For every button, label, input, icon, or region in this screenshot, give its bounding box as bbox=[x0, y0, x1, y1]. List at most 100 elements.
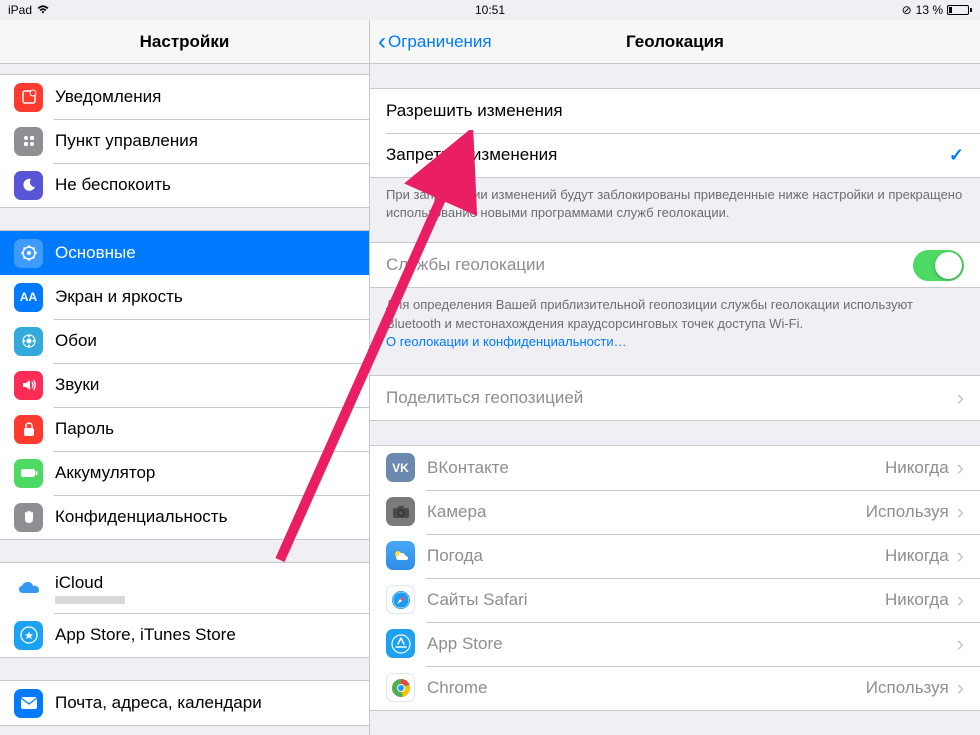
sidebar-group: Уведомления Пункт управления Не беспокои… bbox=[0, 74, 369, 208]
battery-icon bbox=[14, 459, 43, 488]
sidebar-group: Основные AA Экран и яркость Обои bbox=[0, 230, 369, 540]
row-label: Службы геолокации bbox=[386, 255, 913, 275]
icloud-icon bbox=[14, 574, 43, 603]
chevron-right-icon: › bbox=[957, 543, 964, 569]
chevron-left-icon: ‹ bbox=[378, 30, 386, 54]
sidebar-item-label: Почта, адреса, календари bbox=[55, 693, 262, 713]
detail-title: Геолокация bbox=[626, 32, 724, 52]
chevron-right-icon: › bbox=[957, 385, 964, 411]
wallpaper-icon bbox=[14, 327, 43, 356]
sidebar-group: Почта, адреса, календари bbox=[0, 680, 369, 726]
sidebar-item-general[interactable]: Основные bbox=[0, 231, 369, 275]
app-name: App Store bbox=[427, 634, 949, 654]
chevron-right-icon: › bbox=[957, 675, 964, 701]
sidebar-item-icloud[interactable]: iCloud bbox=[0, 563, 369, 613]
allow-changes-row[interactable]: Разрешить изменения bbox=[370, 89, 980, 133]
app-status: Используя bbox=[866, 502, 949, 522]
app-status: Никогда bbox=[885, 458, 949, 478]
weather-icon bbox=[386, 541, 415, 570]
status-time: 10:51 bbox=[475, 3, 505, 17]
sidebar-item-label: Звуки bbox=[55, 375, 99, 395]
display-icon: AA bbox=[14, 283, 43, 312]
sidebar-item-label: Аккумулятор bbox=[55, 463, 155, 483]
row-label: Поделиться геопозицией bbox=[386, 388, 957, 408]
battery-text: 13 % bbox=[916, 3, 943, 17]
app-row-weather[interactable]: Погода Никогда › bbox=[370, 534, 980, 578]
sidebar-item-privacy[interactable]: Конфиденциальность bbox=[0, 495, 369, 539]
sidebar-item-label: App Store, iTunes Store bbox=[55, 625, 236, 645]
app-name: Погода bbox=[427, 546, 885, 566]
footer-text: Для определения Вашей приблизительной ге… bbox=[370, 288, 980, 351]
sidebar-item-wallpaper[interactable]: Обои bbox=[0, 319, 369, 363]
sidebar-item-notifications[interactable]: Уведомления bbox=[0, 75, 369, 119]
sidebar-item-passcode[interactable]: Пароль bbox=[0, 407, 369, 451]
sidebar-item-mail[interactable]: Почта, адреса, календари bbox=[0, 681, 369, 725]
sidebar-item-label: iCloud bbox=[55, 573, 125, 593]
icloud-subtitle-redacted bbox=[55, 596, 125, 604]
notifications-icon bbox=[14, 83, 43, 112]
app-name: Камера bbox=[427, 502, 866, 522]
status-bar: iPad 10:51 ⊘ 13 % bbox=[0, 0, 980, 20]
sidebar-item-label: Экран и яркость bbox=[55, 287, 183, 307]
detail-pane: ‹ Ограничения Геолокация Разрешить измен… bbox=[370, 20, 980, 735]
app-row-chrome[interactable]: Chrome Используя › bbox=[370, 666, 980, 710]
app-row-camera[interactable]: Камера Используя › bbox=[370, 490, 980, 534]
privacy-link[interactable]: О геолокации и конфиденциальности… bbox=[386, 334, 627, 349]
apps-group: VK ВКонтакте Никогда › Камера Используя … bbox=[370, 445, 980, 711]
sidebar-item-label: Пункт управления bbox=[55, 131, 198, 151]
device-name: iPad bbox=[8, 3, 32, 17]
sidebar-item-label: Обои bbox=[55, 331, 97, 351]
detail-header: ‹ Ограничения Геолокация bbox=[370, 20, 980, 64]
sidebar-item-dnd[interactable]: Не беспокоить bbox=[0, 163, 369, 207]
disallow-changes-row[interactable]: Запретить изменения ✓ bbox=[370, 133, 980, 177]
app-name: ВКонтакте bbox=[427, 458, 885, 478]
footer-text: При запрещении изменений будут заблокиро… bbox=[370, 178, 980, 222]
mail-icon bbox=[14, 689, 43, 718]
wifi-icon bbox=[36, 3, 50, 17]
sidebar-item-label: Основные bbox=[55, 243, 136, 263]
changes-group: Разрешить изменения Запретить изменения … bbox=[370, 88, 980, 178]
dnd-icon bbox=[14, 171, 43, 200]
hand-icon bbox=[14, 503, 43, 532]
back-label: Ограничения bbox=[388, 32, 492, 52]
sidebar-item-appstore[interactable]: App Store, iTunes Store bbox=[0, 613, 369, 657]
location-services-row[interactable]: Службы геолокации bbox=[370, 243, 980, 287]
app-name: Chrome bbox=[427, 678, 866, 698]
sidebar-item-display[interactable]: AA Экран и яркость bbox=[0, 275, 369, 319]
location-services-group: Службы геолокации bbox=[370, 242, 980, 288]
sidebar-item-label: Конфиденциальность bbox=[55, 507, 227, 527]
sidebar-item-label: Уведомления bbox=[55, 87, 161, 107]
lock-icon bbox=[14, 415, 43, 444]
app-row-appstore[interactable]: App Store › bbox=[370, 622, 980, 666]
toggle-switch[interactable] bbox=[913, 250, 964, 281]
sidebar-group: iCloud App Store, iTunes Store bbox=[0, 562, 369, 658]
app-status: Никогда bbox=[885, 546, 949, 566]
app-row-safari[interactable]: Сайты Safari Никогда › bbox=[370, 578, 980, 622]
settings-sidebar: Настройки Уведомления Пункт управления bbox=[0, 20, 370, 735]
gear-icon bbox=[14, 239, 43, 268]
chevron-right-icon: › bbox=[957, 587, 964, 613]
sounds-icon bbox=[14, 371, 43, 400]
control-center-icon bbox=[14, 127, 43, 156]
sidebar-item-label: Пароль bbox=[55, 419, 114, 439]
back-button[interactable]: ‹ Ограничения bbox=[378, 30, 492, 54]
sidebar-title: Настройки bbox=[140, 32, 230, 52]
checkmark-icon: ✓ bbox=[949, 145, 964, 166]
app-name: Сайты Safari bbox=[427, 590, 885, 610]
chevron-right-icon: › bbox=[957, 499, 964, 525]
chevron-right-icon: › bbox=[957, 455, 964, 481]
battery-icon bbox=[947, 5, 972, 15]
share-location-row[interactable]: Поделиться геопозицией › bbox=[370, 376, 980, 420]
orientation-lock-icon: ⊘ bbox=[902, 3, 912, 17]
sidebar-item-battery[interactable]: Аккумулятор bbox=[0, 451, 369, 495]
safari-icon bbox=[386, 585, 415, 614]
sidebar-header: Настройки bbox=[0, 20, 369, 64]
app-status: Никогда bbox=[885, 590, 949, 610]
chevron-right-icon: › bbox=[957, 631, 964, 657]
row-label: Запретить изменения bbox=[386, 145, 949, 165]
sidebar-item-control-center[interactable]: Пункт управления bbox=[0, 119, 369, 163]
app-status: Используя bbox=[866, 678, 949, 698]
sidebar-item-sounds[interactable]: Звуки bbox=[0, 363, 369, 407]
app-row-vk[interactable]: VK ВКонтакте Никогда › bbox=[370, 446, 980, 490]
share-location-group: Поделиться геопозицией › bbox=[370, 375, 980, 421]
